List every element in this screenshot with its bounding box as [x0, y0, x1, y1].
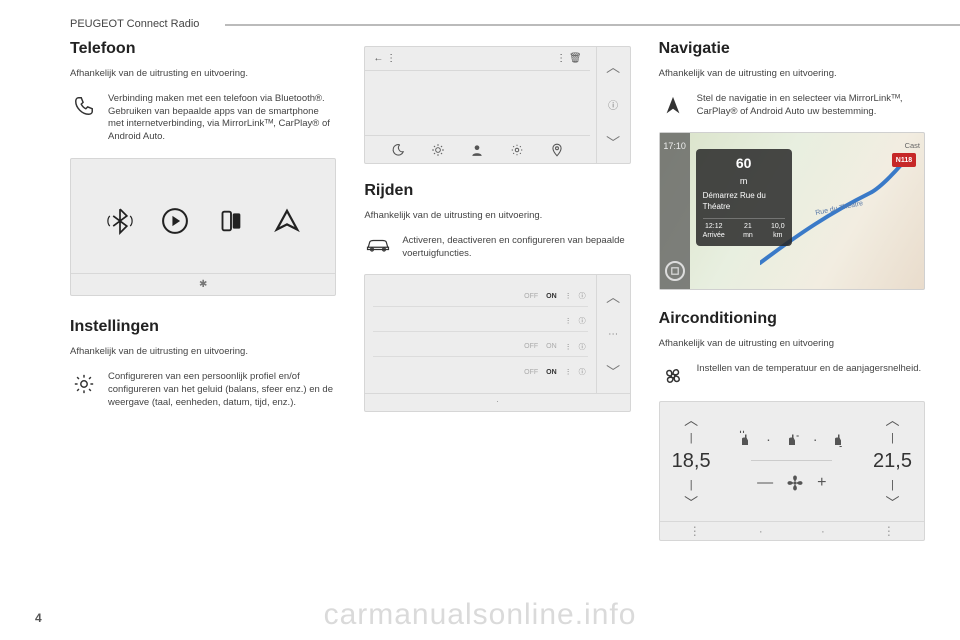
toggle-row: OFF ON ⋮ ⓘ [373, 287, 587, 307]
ac-footer: ⋮··⋮ [660, 521, 924, 540]
section-desc-airco: Instellen van de temperatuur en de aanja… [697, 363, 925, 376]
more-dots-icon: ⋮ [565, 292, 571, 300]
nav-eta-mins: 21 [744, 223, 752, 230]
nav-eta-time: 12:12 [705, 223, 723, 230]
chevron-up-icon: ︿ [606, 287, 620, 307]
more-dots-icon: ⋮ [565, 343, 571, 351]
panel-airconditioning: ︿ | 18,5 | ﹀ · · [659, 401, 925, 541]
nav-road-marker: N118 [892, 153, 916, 167]
seat-airflow-icon [829, 430, 847, 448]
toggle-on-label: ON [546, 343, 557, 350]
section-desc-rijden: Activeren, deactiveren en configureren v… [402, 235, 630, 261]
compass-arrow-icon [659, 93, 687, 117]
seat-airflow-icon [736, 430, 754, 448]
section-title-telefoon: Telefoon [70, 40, 336, 58]
fan-minus: — [757, 474, 773, 492]
panel-driving: OFF ON ⋮ ⓘ ⋮ ⓘ OFF ON ⋮ ⓘ [364, 274, 630, 412]
toggle-off-label: OFF [524, 293, 538, 300]
toggle-on-label: ON [546, 293, 557, 300]
nav-clock: 17:10 [663, 141, 686, 151]
nav-distance-value: 60 [736, 155, 752, 171]
panel-navigation-map: 17:10 60 m Démarrez Rue du Théatre 12:12… [659, 132, 925, 290]
panel-phone: ✱ [70, 158, 336, 296]
seat-airflow-icon [783, 430, 801, 448]
column-3: Navigatie Afhankelijk van de uitrusting … [659, 40, 925, 600]
nav-eta-mins-label: mn [743, 232, 753, 239]
nav-eta-time-label: Arrivée [703, 232, 725, 239]
nav-distance-unit: m [740, 176, 748, 186]
toggle-row: ⋮ ⓘ [373, 312, 587, 332]
info-small-icon: ⓘ [579, 316, 586, 326]
mirrorlink-icon [214, 204, 248, 238]
section-subtitle-rijden: Afhankelijk van de uitrusting en uitvoer… [364, 210, 630, 223]
more-dots-icon: ⋮ [565, 317, 571, 325]
panel-settings: ← ⋮ ⋮ 🗑 [364, 46, 630, 164]
header-rule [225, 24, 960, 26]
nav-instruction-text: Démarrez Rue du Théatre [703, 191, 785, 212]
nav-eta-km: 10,0 [771, 223, 785, 230]
ellipsis-icon: ⋯ [608, 329, 618, 340]
toggle-on-label: ON [546, 369, 557, 376]
moon-icon [391, 143, 405, 157]
stop-circle-icon [665, 261, 685, 281]
section-desc-telefoon: Verbinding maken met een telefoon via Bl… [108, 93, 336, 144]
info-icon: ⓘ [608, 97, 618, 112]
info-small-icon: ⓘ [579, 291, 586, 301]
settings-topbar-trash: ⋮ 🗑 [556, 53, 581, 64]
temp-up-left-icon: ︿ [684, 410, 698, 430]
fan-icon [659, 363, 687, 387]
section-title-airco: Airconditioning [659, 310, 925, 328]
column-1: Telefoon Afhankelijk van de uitrusting e… [70, 40, 336, 600]
info-small-icon: ⓘ [579, 367, 586, 377]
car-icon [364, 235, 392, 253]
section-subtitle-instellingen: Afhankelijk van de uitrusting en uitvoer… [70, 346, 336, 359]
brightness-icon [431, 143, 445, 157]
gear-small-icon [510, 143, 524, 157]
toggle-off-label: OFF [524, 343, 538, 350]
section-subtitle-navigatie: Afhankelijk van de uitrusting en uitvoer… [659, 68, 925, 81]
nav-cast-label: Cast [905, 141, 920, 150]
panel-drive-footer: . [365, 393, 629, 411]
toggle-row: OFF ON ⋮ ⓘ [373, 362, 587, 382]
header-title: PEUGEOT Connect Radio [70, 18, 199, 30]
fan-center-icon [785, 473, 805, 493]
temp-down-left-icon: ﹀ [684, 493, 698, 513]
more-dots-icon: ⋮ [565, 368, 571, 376]
temp-right-value: 21,5 [873, 450, 912, 473]
nav-instruction-card: 60 m Démarrez Rue du Théatre 12:12 Arrivé… [696, 149, 792, 246]
temp-left-value: 18,5 [672, 450, 711, 473]
toggle-row: OFF ON ⋮ ⓘ [373, 337, 587, 357]
nav-street-label: Rue du Théatre [814, 200, 863, 217]
panel-phone-footer: ✱ [71, 273, 335, 295]
chevron-up-icon: ︿ [606, 57, 620, 77]
fan-plus: + [817, 474, 826, 492]
bluetooth-signal-icon [103, 204, 137, 238]
info-small-icon: ⓘ [579, 342, 586, 352]
location-pin-icon [550, 143, 564, 157]
section-title-navigatie: Navigatie [659, 40, 925, 58]
bluetooth-small-icon: ✱ [199, 279, 207, 290]
temp-down-right-icon: ﹀ [886, 493, 900, 513]
chevron-down-icon: ﹀ [606, 133, 620, 153]
temp-up-right-icon: ︿ [886, 410, 900, 430]
toggle-off-label: OFF [524, 369, 538, 376]
settings-topbar-back: ← ⋮ [373, 53, 396, 64]
section-subtitle-airco: Afhankelijk van de uitrusting en uitvoer… [659, 338, 925, 351]
section-desc-navigatie: Stel de navigatie in en selecteer via Mi… [697, 93, 925, 119]
section-title-instellingen: Instellingen [70, 318, 336, 336]
watermark: carmanualsonline.info [0, 598, 960, 632]
nav-eta-km-label: km [773, 232, 782, 239]
section-subtitle-telefoon: Afhankelijk van de uitrusting en uitvoer… [70, 68, 336, 81]
phone-handset-icon [70, 93, 98, 117]
section-desc-instellingen: Configureren van een persoonlijk profiel… [108, 371, 336, 409]
android-auto-icon [270, 204, 304, 238]
circle-play-icon [158, 204, 192, 238]
chevron-down-icon: ﹀ [606, 362, 620, 382]
gear-icon [70, 371, 98, 395]
column-2: ← ⋮ ⋮ 🗑 [364, 40, 630, 600]
person-icon [470, 143, 484, 157]
section-title-rijden: Rijden [364, 182, 630, 200]
